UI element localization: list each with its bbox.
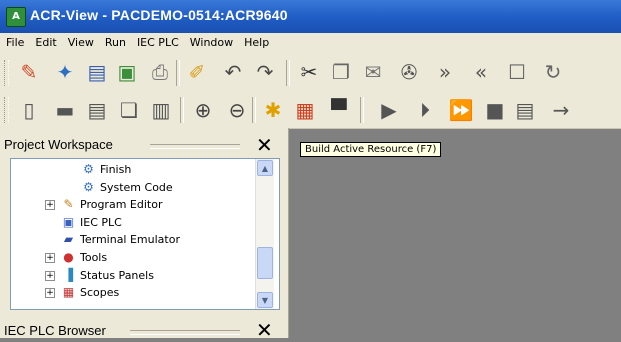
tree-item[interactable]: ▣ IEC PLC	[11, 214, 251, 231]
iec-icon: ▣	[62, 214, 75, 229]
tree-item-label: IEC PLC	[80, 215, 122, 229]
new-file-icon[interactable]: ▯	[14, 95, 44, 125]
forward-icon[interactable]: »	[430, 57, 460, 87]
build-active-resource-icon[interactable]: ✱	[258, 95, 288, 125]
status-panels-icon: ▐	[63, 267, 74, 282]
toolbar-separator	[360, 97, 364, 123]
zoom-in-icon[interactable]: ⊕	[188, 95, 218, 125]
close-icon[interactable]: ✕	[256, 318, 273, 342]
tree-item-label: Scopes	[80, 286, 120, 300]
project-workspace-header: Project Workspace ✕	[0, 133, 288, 157]
tree-item[interactable]: + ▐ Status Panels	[11, 267, 251, 284]
tree-scrollbar[interactable]: ▲ ▼	[255, 159, 274, 309]
redo-icon[interactable]: ↷	[250, 57, 280, 87]
title-bar: A ACR-View - PACDEMO-0514:ACR9640	[0, 0, 621, 33]
refresh-icon[interactable]: ↻	[538, 57, 568, 87]
tree-item[interactable]: + ✎ Program Editor	[11, 196, 251, 213]
build-all-icon[interactable]: ▦	[290, 95, 320, 125]
tree-item[interactable]: + ▦ Scopes	[11, 284, 251, 301]
step-icon[interactable]: ⏵	[410, 95, 440, 125]
toolbar-separator	[176, 60, 180, 86]
tree-item[interactable]: + ● Tools	[11, 249, 251, 266]
menu-iec-plc[interactable]: IEC PLC	[131, 33, 184, 49]
menu-run[interactable]: Run	[99, 33, 131, 49]
header-divider	[130, 330, 240, 335]
project-workspace-title: Project Workspace	[4, 137, 113, 152]
open-folder-icon[interactable]: ▬	[50, 95, 80, 125]
menu-window[interactable]: Window	[184, 33, 238, 49]
file-properties-icon[interactable]: ▥	[146, 95, 176, 125]
build-active-resource-tooltip: Build Active Resource (F7)	[300, 142, 442, 157]
step-over-icon[interactable]: ⏩	[446, 95, 476, 125]
copy-icon[interactable]: ❐	[326, 57, 356, 87]
pencil-icon: ✎	[63, 197, 74, 212]
iec-edit-icon[interactable]: ✐	[182, 57, 212, 87]
wrench-icon[interactable]: ✎	[14, 57, 44, 87]
gear-icon: ⚙	[83, 162, 94, 176]
copy-file-icon[interactable]: ❏	[114, 95, 144, 125]
gear-icon: ⚙	[83, 179, 94, 194]
header-divider	[150, 144, 240, 149]
app-icon: A	[6, 7, 26, 27]
menu-view[interactable]: View	[62, 33, 99, 49]
tree-item[interactable]: ▰ Terminal Emulator	[11, 231, 251, 248]
tree-expander[interactable]: +	[45, 270, 55, 281]
toolbar-main: ✎ ✦ ▤ ▣ ⎙ ✐ ↶ ↷ ✂ ❐ ✉ ✇» «☐ ↻	[0, 53, 621, 93]
toolbar-build: ▯ ▬ ▤ ❏ ▥ ⊕ ⊖ ✱ ▦ ▀ ▶ ⏵ ⏩ ■ ▤ →	[0, 92, 621, 129]
scopes-icon: ▦	[62, 285, 75, 300]
terminal-icon: ▰	[63, 232, 74, 247]
iec-plc-browser-title: IEC PLC Browser	[4, 323, 106, 338]
project-tree: + ▦ Scopes + ▐ Status Panels + ● Tools ▰ Terminal …	[10, 158, 280, 310]
tree-expander[interactable]: +	[45, 253, 55, 263]
find-icon[interactable]: ✇	[394, 57, 424, 87]
tree-expander[interactable]: +	[45, 288, 55, 299]
tree-item-label: Tools	[80, 251, 108, 264]
cut-icon[interactable]: ✂	[294, 57, 324, 87]
toolbar-grip[interactable]	[4, 97, 9, 123]
scroll-up-button[interactable]: ▲	[257, 160, 273, 176]
zoom-out-icon[interactable]: ⊖	[222, 95, 252, 125]
monitor-icon[interactable]: ▀	[324, 95, 354, 125]
tree-item[interactable]: ⚙ System Code	[11, 179, 251, 196]
menu-file[interactable]: File	[0, 33, 29, 49]
tree-item-label: System Code	[100, 180, 173, 194]
tree-item-label: Terminal Emulator	[80, 233, 180, 247]
tree-expander[interactable]: +	[45, 200, 55, 211]
project-workspace-panel: Project Workspace ✕ + ▦ Scopes + ▐ Status Pan…	[0, 128, 289, 338]
toolbar-grip[interactable]	[4, 60, 9, 86]
save-all-icon[interactable]: ▣	[112, 57, 142, 87]
page-icon[interactable]: ▤	[510, 95, 540, 125]
tools-icon[interactable]: ✦	[50, 57, 80, 87]
window-title: ACR-View - PACDEMO-0514:ACR9640	[30, 7, 288, 23]
stop-icon[interactable]: ■	[480, 95, 510, 125]
menu-bar: File Edit View Run IEC PLC Window Help	[0, 33, 621, 54]
toolbar-separator	[252, 97, 256, 123]
print-icon[interactable]: ⎙	[145, 57, 175, 87]
step-into-icon[interactable]: →	[546, 95, 576, 125]
run-icon[interactable]: ▶	[374, 95, 404, 125]
menu-help[interactable]: Help	[238, 33, 274, 49]
paste-icon[interactable]: ✉	[358, 57, 388, 87]
tree-item-label: Program Editor	[80, 198, 163, 212]
scroll-down-button[interactable]: ▼	[257, 292, 273, 308]
scroll-thumb[interactable]	[257, 247, 273, 279]
close-icon[interactable]: ✕	[256, 133, 273, 157]
toolbar-separator	[286, 60, 290, 86]
save-file-icon[interactable]: ▤	[82, 95, 112, 125]
menu-edit[interactable]: Edit	[29, 33, 61, 49]
tree-item[interactable]: ⚙ Finish	[11, 161, 251, 178]
toolbar-separator	[180, 97, 184, 123]
document-icon[interactable]: ☐	[502, 57, 532, 87]
back-icon[interactable]: «	[466, 57, 496, 87]
tree-item-label: Status Panels	[80, 268, 154, 282]
tree-item-label: Finish	[100, 163, 132, 176]
undo-icon[interactable]: ↶	[218, 57, 248, 87]
iec-plc-browser-header: IEC PLC Browser ✕	[0, 318, 288, 342]
tools-icon: ●	[63, 250, 74, 264]
save-icon[interactable]: ▤	[82, 57, 112, 87]
